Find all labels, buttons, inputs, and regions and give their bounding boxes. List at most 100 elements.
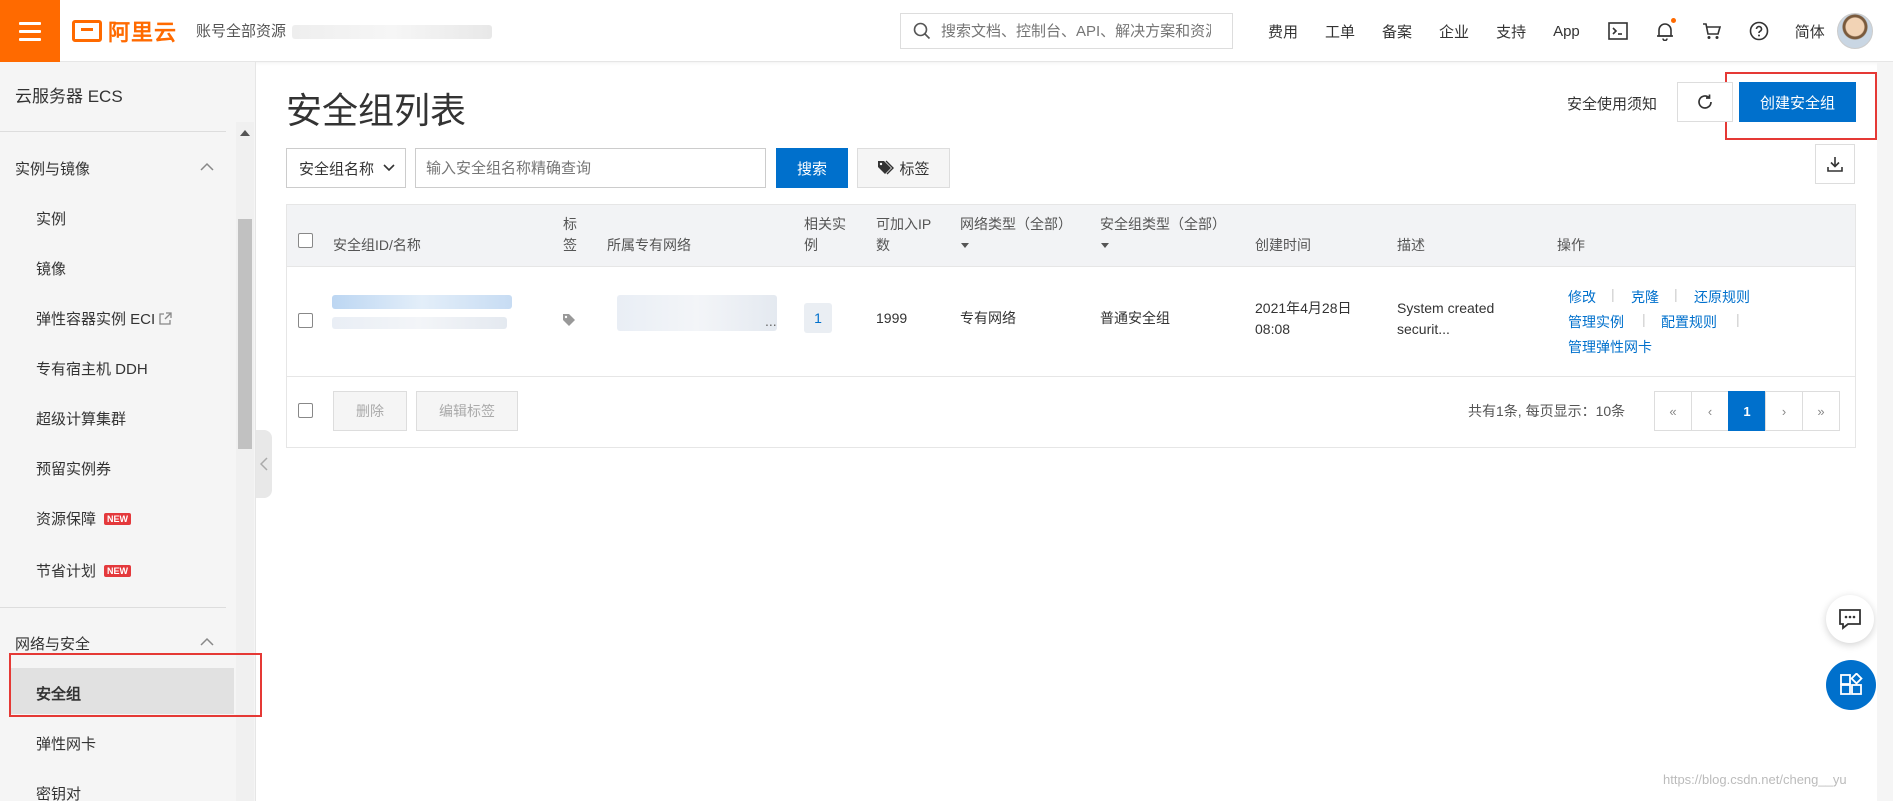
cart-icon[interactable] — [1701, 20, 1723, 42]
tags-icon — [878, 160, 895, 175]
nav-tickets[interactable]: 工单 — [1325, 21, 1355, 42]
pager-page-1[interactable]: 1 — [1728, 391, 1766, 431]
sidebar-item-label: 预留实例券 — [36, 461, 112, 478]
filter-field-value: 安全组名称 — [299, 160, 375, 178]
pager-last[interactable]: » — [1802, 391, 1840, 431]
configure-rules-link[interactable]: 配置规则 — [1661, 312, 1717, 332]
caret-down-icon[interactable] — [960, 242, 970, 250]
sidebar-item-eci[interactable]: 弹性容器实例 ECI — [36, 308, 172, 329]
chevron-up-icon[interactable] — [200, 160, 214, 174]
sidebar-item-ddh[interactable]: 专有宿主机 DDH — [36, 358, 148, 379]
sidebar-item-label: 资源保障 — [36, 511, 97, 528]
edit-tags-button[interactable]: 编辑标签 — [416, 391, 518, 431]
notification-dot — [1670, 18, 1676, 23]
global-search-input[interactable] — [941, 22, 1211, 40]
select-all-checkbox[interactable] — [298, 233, 313, 248]
header-sg-type[interactable]: 安全组类型（全部） — [1100, 214, 1226, 256]
top-bar: 阿里云 账号全部资源 费用 工单 备案 企业 支持 App 简体 — [0, 0, 1893, 62]
menu-icon[interactable] — [0, 0, 60, 62]
header-instances-line1: 相关实 — [804, 216, 846, 232]
created-clock: 08:08 — [1255, 321, 1291, 337]
blurred-vpc-id[interactable] — [617, 295, 777, 331]
sidebar-item-scc[interactable]: 超级计算集群 — [36, 408, 126, 429]
sidebar-scrollbar-thumb[interactable] — [238, 219, 252, 449]
filter-field-select[interactable]: 安全组名称 — [286, 148, 406, 188]
blurred-security-group-id-link[interactable] — [332, 295, 512, 309]
header-vpc: 所属专有网络 — [607, 237, 691, 253]
security-group-table: 安全组ID/名称 标签 所属专有网络 相关实例 可加入IP 数 网络类型（全部） … — [286, 204, 1856, 448]
sidebar-item-key-pairs[interactable]: 密钥对 — [36, 783, 81, 801]
refresh-icon — [1698, 94, 1712, 109]
sidebar-item-images[interactable]: 镜像 — [36, 258, 66, 279]
pagination: « ‹ 1 › » — [1654, 391, 1840, 431]
create-security-group-button[interactable]: 创建安全组 — [1739, 82, 1856, 122]
header-operations: 操作 — [1557, 237, 1585, 253]
bell-icon[interactable] — [1654, 18, 1676, 42]
table-row: ... 1 1999 专有网络 普通安全组 2021年4月28日 08:08 S… — [287, 267, 1855, 377]
security-group-name-input[interactable] — [415, 148, 766, 188]
description-line1: System created — [1397, 300, 1495, 316]
sidebar-item-label: 弹性容器实例 ECI — [36, 311, 156, 328]
sidebar-divider — [0, 607, 226, 608]
nav-icp[interactable]: 备案 — [1382, 21, 1412, 42]
sidebar-collapse-handle[interactable] — [256, 430, 272, 498]
sidebar-item-resource-assurance[interactable]: 资源保障 NEW — [36, 508, 132, 529]
manage-eni-link[interactable]: 管理弹性网卡 — [1568, 337, 1652, 357]
caret-down-icon[interactable] — [1100, 242, 1110, 250]
pager-next[interactable]: › — [1765, 391, 1803, 431]
global-search-box[interactable] — [900, 13, 1233, 49]
help-icon[interactable] — [1748, 20, 1770, 42]
related-instances-count[interactable]: 1 — [804, 303, 832, 333]
tag-icon[interactable] — [562, 313, 576, 327]
header-ip-line1: 可加入IP — [876, 216, 932, 232]
pager-first[interactable]: « — [1654, 391, 1692, 431]
clone-link[interactable]: 克隆 — [1631, 287, 1659, 307]
sidebar-item-instances[interactable]: 实例 — [36, 208, 66, 229]
page-scrollbar[interactable] — [1877, 62, 1893, 801]
pager-prev[interactable]: ‹ — [1691, 391, 1729, 431]
security-notice-link[interactable]: 安全使用须知 — [1567, 93, 1657, 114]
header-created-time: 创建时间 — [1255, 237, 1311, 253]
sidebar-item-eni[interactable]: 弹性网卡 — [36, 733, 96, 754]
manage-instances-link[interactable]: 管理实例 — [1568, 312, 1624, 332]
language-switch[interactable]: 简体 — [1795, 21, 1825, 42]
modify-link[interactable]: 修改 — [1568, 287, 1596, 307]
description: System created securit... — [1397, 298, 1494, 340]
footer-select-checkbox[interactable] — [298, 403, 313, 418]
download-button[interactable] — [1815, 144, 1855, 184]
scroll-up-arrow-icon[interactable] — [240, 130, 250, 136]
sidebar-group-network-security[interactable]: 网络与安全 — [15, 633, 90, 654]
nav-support[interactable]: 支持 — [1496, 21, 1526, 42]
terminal-icon[interactable] — [1607, 20, 1629, 42]
tag-filter-button[interactable]: 标签 — [857, 148, 950, 188]
sidebar-item-label: 实例 — [36, 211, 67, 228]
chevron-up-icon[interactable] — [200, 635, 214, 649]
sidebar-divider — [0, 131, 226, 132]
sidebar-item-label: 弹性网卡 — [36, 736, 97, 753]
apps-float-button[interactable] — [1826, 660, 1876, 710]
description-line2: securit... — [1397, 321, 1450, 337]
header-network-type[interactable]: 网络类型（全部） — [960, 214, 1072, 256]
logo-text: 阿里云 — [108, 20, 178, 45]
aliyun-logo[interactable]: 阿里云 — [72, 16, 177, 46]
sidebar-item-savings-plan[interactable]: 节省计划 NEW — [36, 560, 132, 581]
delete-button[interactable]: 删除 — [333, 391, 407, 431]
sidebar-item-reserved-instances[interactable]: 预留实例券 — [36, 458, 111, 479]
search-button[interactable]: 搜索 — [776, 148, 848, 188]
chat-float-button[interactable] — [1826, 595, 1874, 643]
ip-count: 1999 — [876, 310, 908, 326]
nav-billing[interactable]: 费用 — [1268, 21, 1298, 42]
refresh-button[interactable] — [1677, 82, 1733, 122]
nav-enterprise[interactable]: 企业 — [1439, 21, 1469, 42]
page-title: 安全组列表 — [286, 90, 467, 131]
header-instances-line2: 例 — [804, 237, 818, 253]
sidebar-group-instances-images[interactable]: 实例与镜像 — [15, 158, 90, 179]
user-avatar[interactable] — [1837, 13, 1873, 49]
account-label: 账号全部资源 — [196, 23, 287, 40]
account-resource-switcher[interactable]: 账号全部资源 — [196, 20, 493, 41]
restore-rules-link[interactable]: 还原规则 — [1694, 287, 1750, 307]
nav-app[interactable]: App — [1553, 23, 1580, 40]
row-checkbox[interactable] — [298, 313, 313, 328]
chevron-down-icon — [383, 164, 395, 172]
header-tag: 标签 — [563, 214, 577, 256]
